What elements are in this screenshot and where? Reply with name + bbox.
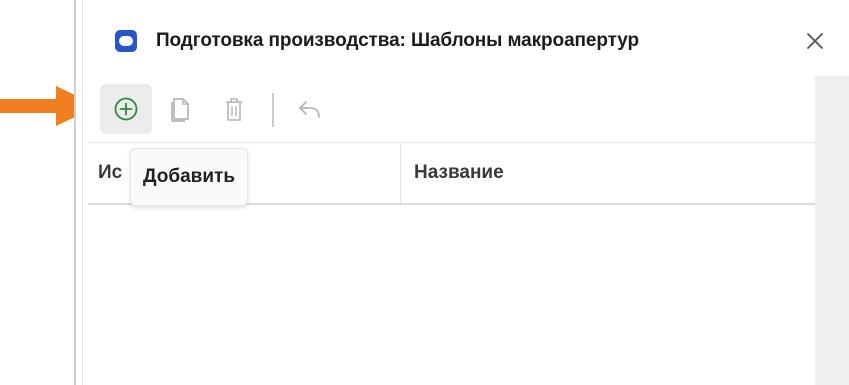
undo-button[interactable] xyxy=(284,84,336,134)
vertical-scrollbar[interactable] xyxy=(815,76,849,385)
delete-button[interactable] xyxy=(208,84,260,134)
trash-icon xyxy=(226,98,242,121)
copy-button[interactable] xyxy=(154,84,206,134)
plus-circle-icon xyxy=(114,97,138,121)
undo-icon xyxy=(299,101,320,118)
window-title: Подготовка производства: Шаблоны макроап… xyxy=(156,30,640,51)
column-divider[interactable] xyxy=(400,143,401,203)
toolbar-separator xyxy=(272,93,274,127)
window-app-icon xyxy=(115,30,137,52)
add-tooltip: Добавить xyxy=(130,148,249,206)
add-button[interactable] xyxy=(100,84,152,134)
window-tab-bar: Подготовка производства: Шаблоны макроап… xyxy=(76,0,849,80)
copy-icon xyxy=(171,98,189,122)
close-icon xyxy=(807,33,823,49)
toolbar xyxy=(98,84,811,134)
close-tab-button[interactable] xyxy=(802,28,828,54)
column-header-name[interactable]: Название xyxy=(414,143,794,203)
